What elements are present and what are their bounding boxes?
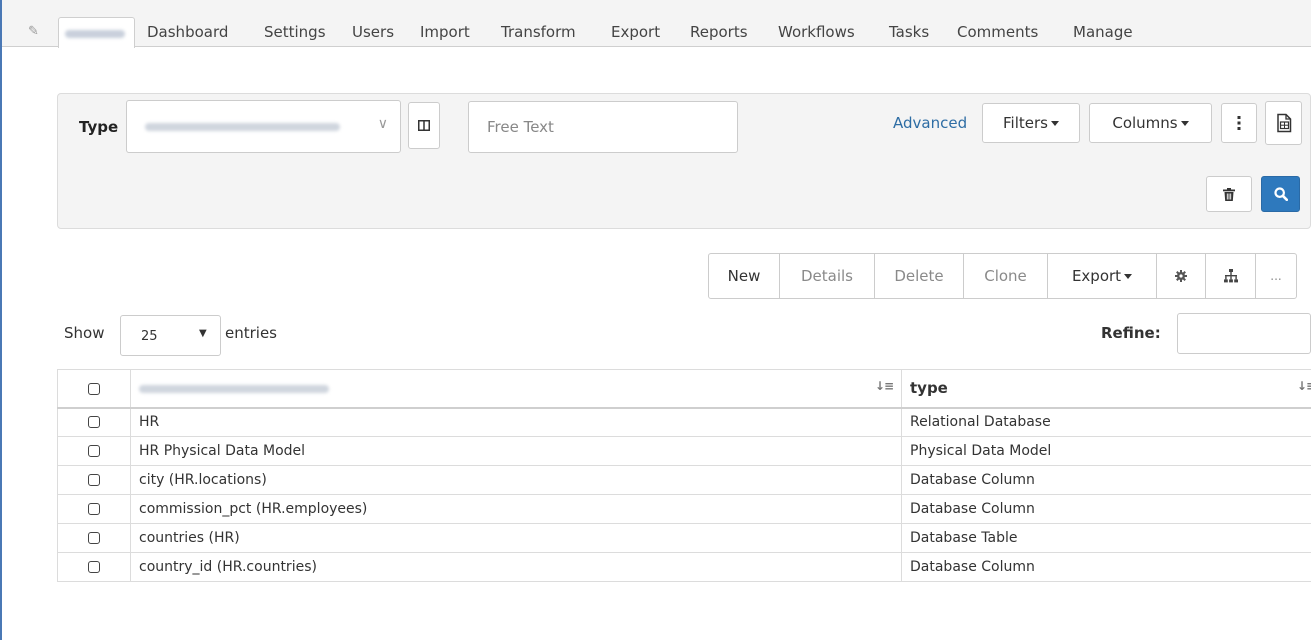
entries-value: 25 — [141, 329, 158, 344]
table-row[interactable]: city (HR.locations) Database Column — [57, 465, 1311, 495]
redacted-type-value — [145, 123, 340, 131]
tab-manage[interactable]: Manage — [1073, 23, 1133, 41]
refine-input[interactable] — [1177, 313, 1311, 354]
row-type: Database Table — [901, 523, 1311, 553]
advanced-link[interactable]: Advanced — [893, 114, 967, 132]
tab-export[interactable]: Export — [611, 23, 660, 41]
row-checkbox[interactable] — [88, 561, 100, 573]
caret-down-icon — [1050, 120, 1059, 126]
chevron-down-icon: ∨ — [377, 116, 388, 132]
tab-tasks[interactable]: Tasks — [889, 23, 929, 41]
pencil-icon[interactable]: ✎ — [28, 24, 39, 39]
caret-down-icon: ▼ — [199, 328, 207, 339]
row-checkbox-cell — [57, 407, 131, 437]
tab-import[interactable]: Import — [420, 23, 470, 41]
show-label: Show — [64, 324, 105, 342]
export-label: Export — [1071, 267, 1122, 285]
entries-select[interactable]: 25 ▼ — [120, 315, 221, 356]
col-name-header[interactable]: ↓≡ — [130, 369, 902, 409]
select-all-cell — [57, 369, 131, 409]
tab-workflows[interactable]: Workflows — [778, 23, 855, 41]
row-checkbox[interactable] — [88, 416, 100, 429]
tab-settings[interactable]: Settings — [264, 23, 326, 41]
table-row[interactable]: commission_pct (HR.employees) Database C… — [57, 494, 1311, 524]
settings-button[interactable] — [1157, 254, 1206, 298]
row-name: HR — [130, 407, 902, 437]
tab-assets[interactable] — [58, 17, 135, 48]
trash-icon — [1223, 187, 1235, 201]
more-actions-button[interactable]: ... — [1256, 254, 1296, 298]
col-type-label: type — [910, 379, 948, 398]
redacted-tab-label — [65, 30, 125, 38]
columns-toggle-button[interactable] — [408, 102, 440, 149]
row-type: Physical Data Model — [901, 436, 1311, 466]
search-button[interactable] — [1261, 176, 1300, 212]
table-row[interactable]: countries (HR) Database Table — [57, 523, 1311, 553]
caret-down-icon — [1124, 273, 1133, 279]
table-row[interactable]: HR Physical Data Model Physical Data Mod… — [57, 436, 1311, 466]
filters-button[interactable]: Filters — [982, 103, 1080, 143]
row-name: city (HR.locations) — [130, 465, 902, 495]
details-button[interactable]: Details — [780, 254, 875, 298]
caret-down-icon — [1180, 120, 1189, 126]
row-checkbox[interactable] — [88, 503, 100, 515]
filters-label: Filters — [1003, 114, 1048, 132]
type-label: Type — [79, 118, 119, 136]
tab-comments[interactable]: Comments — [957, 23, 1038, 41]
row-checkbox-cell — [57, 523, 131, 553]
search-icon — [1273, 187, 1288, 201]
row-name: country_id (HR.countries) — [130, 552, 902, 582]
hierarchy-icon — [1223, 269, 1238, 283]
row-checkbox-cell — [57, 552, 131, 582]
row-type: Database Column — [901, 465, 1311, 495]
clone-button[interactable]: Clone — [964, 254, 1048, 298]
tab-transform[interactable]: Transform — [501, 23, 576, 41]
action-toolbar: New Details Delete Clone Export ... — [708, 253, 1297, 299]
row-name: HR Physical Data Model — [130, 436, 902, 466]
columns-label: Columns — [1112, 114, 1178, 132]
free-text-input[interactable] — [468, 101, 738, 153]
new-button[interactable]: New — [709, 254, 780, 298]
kebab-icon — [1237, 116, 1241, 130]
sort-icon[interactable]: ↓≡ — [1297, 379, 1311, 393]
tab-users[interactable]: Users — [352, 23, 394, 41]
row-checkbox[interactable] — [88, 445, 100, 457]
row-name: countries (HR) — [130, 523, 902, 553]
row-checkbox-cell — [57, 465, 131, 495]
row-type: Relational Database — [901, 407, 1311, 437]
columns-icon — [418, 120, 430, 131]
row-checkbox-cell — [57, 494, 131, 524]
refine-label: Refine: — [1101, 324, 1161, 342]
left-rail — [0, 0, 2, 640]
more-options-button[interactable] — [1221, 103, 1257, 143]
row-type: Database Column — [901, 552, 1311, 582]
row-checkbox-cell — [57, 436, 131, 466]
table-row[interactable]: country_id (HR.countries) Database Colum… — [57, 552, 1311, 582]
delete-button[interactable]: Delete — [875, 254, 964, 298]
file-export-icon — [1276, 113, 1291, 133]
entries-label: entries — [225, 324, 277, 342]
sort-icon[interactable]: ↓≡ — [875, 379, 894, 393]
columns-button[interactable]: Columns — [1089, 103, 1212, 143]
row-name: commission_pct (HR.employees) — [130, 494, 902, 524]
row-checkbox[interactable] — [88, 474, 100, 486]
col-type-header[interactable]: type ↓≡ — [901, 369, 1311, 409]
hierarchy-button[interactable] — [1206, 254, 1256, 298]
tab-dashboard[interactable]: Dashboard — [147, 23, 228, 41]
gear-icon — [1175, 270, 1187, 282]
export-file-button[interactable] — [1265, 101, 1302, 145]
export-button[interactable]: Export — [1048, 254, 1157, 298]
tab-reports[interactable]: Reports — [690, 23, 748, 41]
table-row[interactable]: HR Relational Database — [57, 407, 1311, 437]
type-select[interactable]: ∨ — [126, 100, 401, 153]
table-header-row: ↓≡ type ↓≡ — [57, 369, 1311, 409]
tab-bar: ✎ Dashboard Settings Users Import Transf… — [2, 0, 1311, 48]
results-table: ↓≡ type ↓≡ HR Relational Database HR Phys… — [57, 369, 1311, 582]
row-type: Database Column — [901, 494, 1311, 524]
clear-button[interactable] — [1206, 176, 1252, 212]
select-all-checkbox[interactable] — [88, 382, 100, 395]
row-checkbox[interactable] — [88, 532, 100, 544]
redacted-column-header — [139, 384, 329, 393]
